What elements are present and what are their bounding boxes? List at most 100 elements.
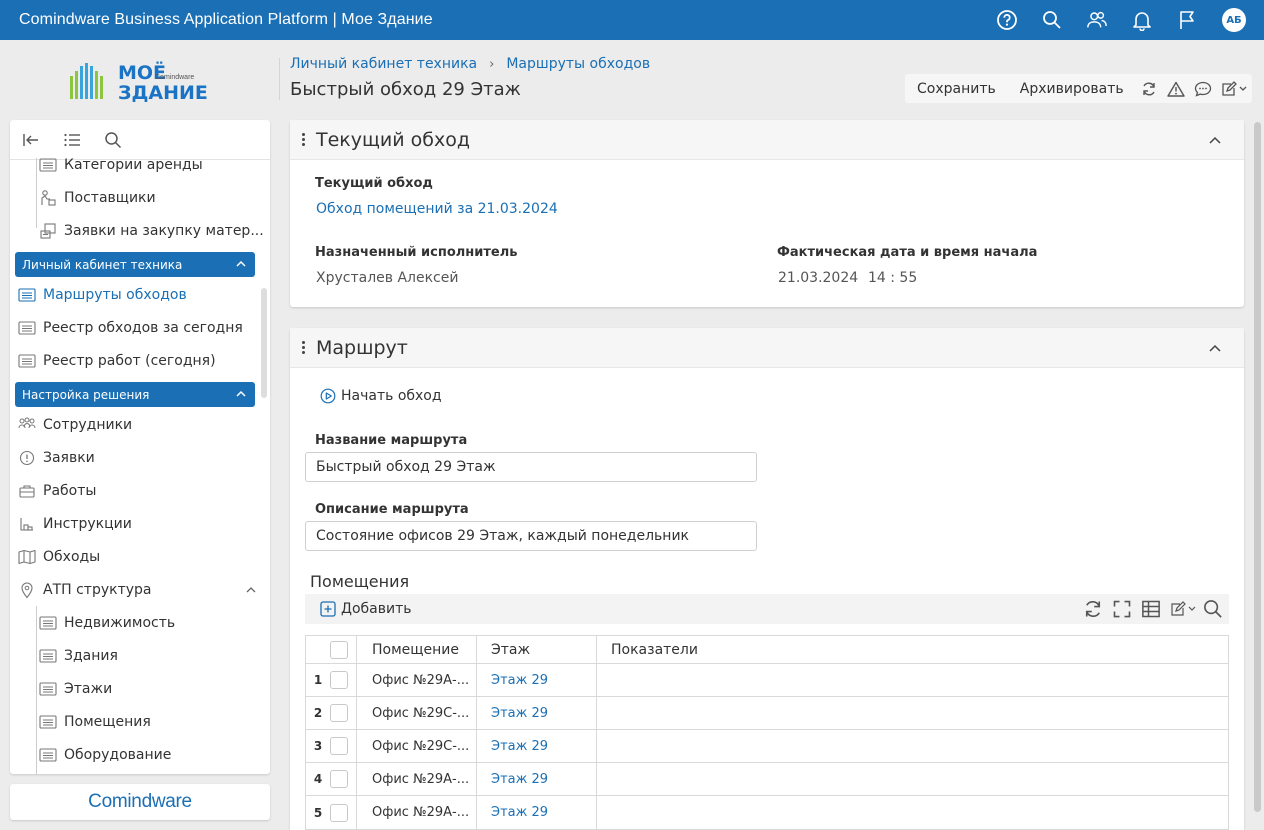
breadcrumb-item-technician[interactable]: Личный кабинет техника (290, 56, 477, 72)
drag-handle-icon[interactable] (296, 340, 310, 355)
row-number: 5 (313, 805, 323, 820)
sidebar-item-rooms[interactable]: Помещения (38, 705, 270, 738)
room-cell: Офис №29А-... (357, 664, 477, 696)
floor-link[interactable]: Этаж 29 (477, 763, 597, 795)
chevron-up-icon (236, 260, 246, 267)
current-round-label: Текущий обход (315, 176, 433, 191)
room-cell: Офис №29С-... (357, 730, 477, 762)
column-header-room[interactable]: Помещение (357, 636, 477, 663)
row-checkbox[interactable] (330, 671, 348, 689)
sidebar-item-requests[interactable]: Заявки (17, 441, 263, 474)
users-icon[interactable] (1086, 9, 1108, 31)
column-header-indicators[interactable]: Показатели (597, 636, 1228, 663)
app-title: Comindware Business Application Platform… (19, 11, 433, 28)
table-row[interactable]: 1 Офис №29А-... Этаж 29 (306, 664, 1228, 697)
floor-link[interactable]: Этаж 29 (477, 664, 597, 696)
table-row[interactable]: 2 Офис №29С-... Этаж 29 (306, 697, 1228, 730)
breadcrumb-item-routes[interactable]: Маршруты обходов (506, 56, 650, 72)
sidebar-group-technician[interactable]: Личный кабинет техника (15, 252, 255, 277)
sidebar-group-settings[interactable]: Настройка решения (15, 382, 255, 407)
sidebar-item-suppliers[interactable]: Поставщики (38, 181, 270, 214)
warning-icon[interactable] (1163, 74, 1190, 103)
sidebar-item-floors[interactable]: Этажи (38, 672, 270, 705)
list-icon (38, 745, 58, 765)
route-description-input[interactable]: Состояние офисов 29 Этаж, каждый понедел… (305, 521, 757, 551)
sidebar-scrollbar[interactable] (261, 288, 267, 398)
save-button[interactable]: Сохранить (905, 74, 1008, 103)
sidebar-item-works[interactable]: Работы (17, 474, 263, 507)
logo-brand: Comindware (155, 74, 194, 81)
briefcase-icon (17, 481, 37, 501)
sidebar-item-employees[interactable]: Сотрудники (17, 408, 263, 441)
start-time-value: 14 : 55 (868, 270, 918, 286)
avatar[interactable]: АБ (1222, 8, 1246, 32)
sidebar-item-label: Заявки (43, 449, 95, 466)
row-number: 1 (313, 673, 323, 687)
search-icon[interactable] (1041, 9, 1063, 31)
panel-header[interactable]: Текущий обход (290, 120, 1244, 160)
floor-link[interactable]: Этаж 29 (477, 730, 597, 762)
drag-handle-icon[interactable] (296, 132, 310, 147)
sidebar-item-buildings[interactable]: Здания (38, 639, 270, 672)
sidebar-item-today-rounds[interactable]: Реестр обходов за сегодня (17, 311, 263, 344)
route-panel: Маршрут Начать обход Название маршрута Б… (290, 328, 1244, 830)
floor-link[interactable]: Этаж 29 (477, 697, 597, 729)
start-round-button[interactable]: Начать обход (320, 388, 442, 404)
rooms-grid-toolbar: Добавить (305, 594, 1229, 624)
sidebar-item-instructions[interactable]: Инструкции (17, 507, 263, 540)
add-room-label: Добавить (341, 601, 412, 617)
panel-header[interactable]: Маршрут (290, 328, 1244, 368)
edit-menu-icon[interactable] (1216, 74, 1252, 103)
sidebar-item-routes[interactable]: Маршруты обходов (15, 278, 255, 311)
refresh-icon (1085, 601, 1101, 617)
sidebar-item-rent-categories[interactable]: Категории аренды (38, 148, 270, 181)
archive-button[interactable]: Архивировать (1008, 74, 1136, 103)
row-checkbox[interactable] (330, 770, 348, 788)
floor-link[interactable]: Этаж 29 (477, 796, 597, 829)
panel-title: Маршрут (316, 336, 408, 359)
help-icon[interactable] (996, 9, 1018, 31)
column-header-floor[interactable]: Этаж (477, 636, 597, 663)
flag-icon[interactable] (1176, 9, 1198, 31)
list-icon (38, 712, 58, 732)
select-all-checkbox[interactable] (330, 640, 348, 659)
row-number: 3 (313, 739, 323, 753)
sidebar-item-atp-structure[interactable]: АТП структура (17, 573, 263, 606)
sidebar-item-label: Инструкции (43, 515, 132, 532)
indicators-cell (597, 730, 1228, 762)
logo-line2: ЗДАНИЕ (118, 82, 208, 104)
sidebar-item-real-estate[interactable]: Недвижимость (38, 606, 270, 639)
indicators-cell (597, 664, 1228, 696)
chevron-up-icon (1209, 136, 1221, 144)
row-checkbox[interactable] (330, 704, 348, 722)
route-description-label: Описание маршрута (315, 502, 469, 517)
main-scrollbar[interactable] (1253, 120, 1262, 830)
chevron-up-icon (236, 390, 246, 397)
comment-icon[interactable] (1189, 74, 1216, 103)
add-room-button[interactable]: Добавить (320, 601, 411, 617)
row-checkbox[interactable] (330, 803, 348, 822)
table-row[interactable]: 3 Офис №29С-... Этаж 29 (306, 730, 1228, 763)
fullscreen-icon (1113, 600, 1131, 618)
assignee-value: Хрусталев Алексей (316, 270, 459, 286)
main-scrollbar-thumb[interactable] (1254, 122, 1261, 812)
sidebar-item-label: Реестр работ (сегодня) (43, 352, 216, 369)
record-toolbar: Сохранить Архивировать (905, 74, 1252, 103)
sidebar-item-today-works[interactable]: Реестр работ (сегодня) (17, 344, 263, 377)
list-icon (38, 155, 58, 175)
current-round-link[interactable]: Обход помещений за 21.03.2024 (316, 201, 558, 217)
route-name-input[interactable]: Быстрый обход 29 Этаж (305, 452, 757, 482)
sidebar-item-purchase-requests[interactable]: Заявки на закупку матер... (38, 214, 270, 247)
refresh-icon[interactable] (1136, 74, 1163, 103)
table-row[interactable]: 5 Офис №29А-... Этаж 29 (306, 796, 1228, 829)
table-row[interactable]: 4 Офис №29А-... Этаж 29 (306, 763, 1228, 796)
sidebar-item-label: Реестр обходов за сегодня (43, 319, 243, 336)
bell-icon[interactable] (1131, 9, 1153, 31)
sidebar-item-rounds[interactable]: Обходы (17, 540, 263, 573)
sidebar-item-label: Заявки на закупку матер... (64, 222, 264, 239)
grid-header: Помещение Этаж Показатели (306, 636, 1228, 664)
row-checkbox[interactable] (330, 737, 348, 755)
sidebar-item-label: Этажи (64, 680, 113, 697)
sidebar-item-equipment[interactable]: Оборудование (38, 738, 270, 771)
breadcrumb: Личный кабинет техника › Маршруты обходо… (290, 56, 650, 72)
